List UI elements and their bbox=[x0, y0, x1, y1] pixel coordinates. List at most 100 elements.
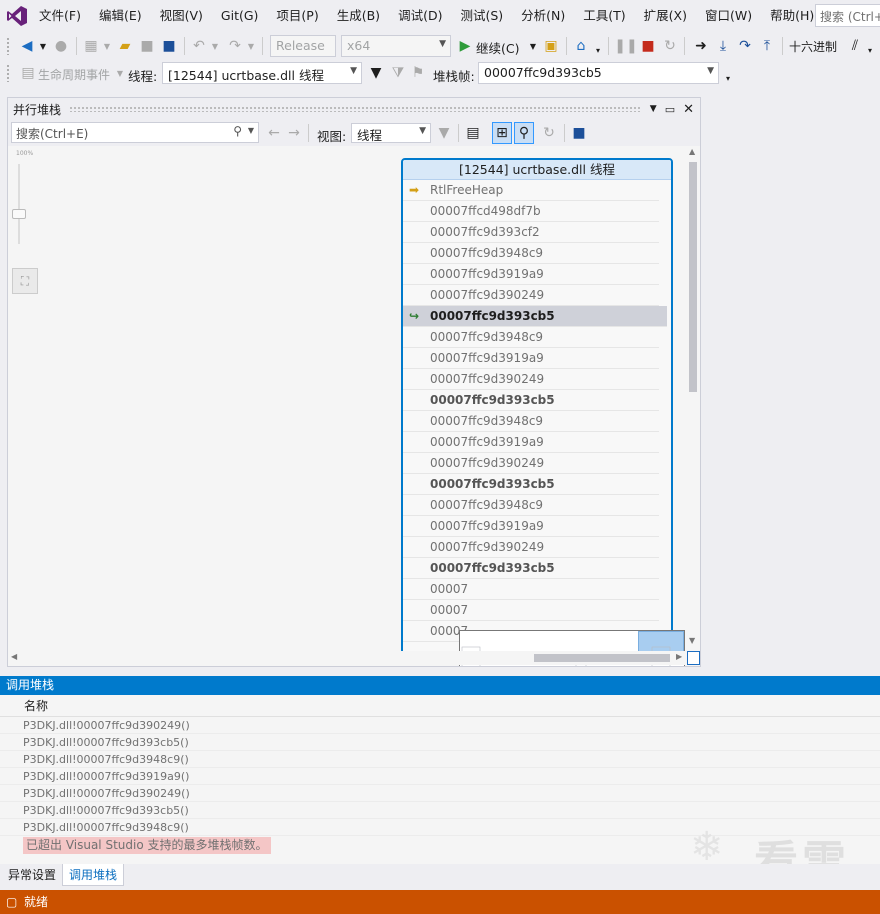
scroll-up-icon[interactable]: ▲ bbox=[689, 147, 695, 156]
pause-icon[interactable]: ❚❚ bbox=[614, 36, 637, 56]
scroll-down-icon[interactable]: ▼ bbox=[689, 636, 695, 645]
browser-link-icon[interactable]: ⌂ bbox=[572, 36, 590, 56]
menu-item[interactable]: 项目(P) bbox=[267, 0, 327, 32]
window-menu-icon[interactable]: ▼ bbox=[650, 104, 657, 114]
titlebar-grip[interactable] bbox=[69, 106, 642, 112]
attach-process-icon[interactable]: ▣ bbox=[542, 36, 560, 56]
new-dropdown-icon[interactable]: ▼ bbox=[102, 36, 112, 56]
flag-icon[interactable]: ⚑ bbox=[410, 63, 426, 83]
fit-to-window-icon[interactable]: ⛶ bbox=[12, 268, 38, 294]
toolbar-grip[interactable] bbox=[6, 64, 10, 82]
continue-play-icon[interactable]: ▶ bbox=[458, 36, 472, 56]
toolbar-overflow-icon[interactable]: ▾ bbox=[594, 40, 602, 60]
horizontal-scroll-thumb[interactable] bbox=[534, 654, 670, 662]
step-into-icon[interactable]: ⤓ bbox=[714, 36, 732, 56]
continue-button[interactable]: 继续(C) bbox=[476, 38, 519, 57]
call-stack-row[interactable]: P3DKJ.dll!00007ffc9d390249() bbox=[0, 717, 880, 734]
stack-frame[interactable]: 00007ffc9d3948c9 bbox=[403, 411, 659, 432]
scroll-right-icon[interactable]: ▶ bbox=[676, 652, 682, 661]
configuration-select[interactable]: Release bbox=[270, 35, 336, 57]
tab-call-stack[interactable]: 调用堆栈 bbox=[62, 864, 125, 886]
stack-frame[interactable]: 00007ffc9d390249 bbox=[403, 537, 659, 558]
thread-markers-icon[interactable]: ⫽ bbox=[846, 36, 864, 56]
menu-item[interactable]: Git(G) bbox=[212, 0, 268, 32]
stack-frame[interactable]: 00007ffc9d390249 bbox=[403, 285, 659, 306]
zoom-slider-thumb[interactable] bbox=[12, 209, 26, 219]
step-over-icon[interactable]: ↷ bbox=[736, 36, 754, 56]
stack-frame-select[interactable]: 00007ffc9d393cb5 ▼ bbox=[478, 62, 719, 84]
back-icon[interactable]: ◀ bbox=[18, 36, 36, 56]
thread-select[interactable]: [12544] ucrtbase.dll 线程 ▼ bbox=[162, 62, 362, 84]
stack-frame[interactable]: 00007ffc9d393cb5 bbox=[403, 474, 659, 495]
save-icon[interactable]: ■ bbox=[138, 36, 156, 56]
stack-frame[interactable]: 00007 bbox=[403, 579, 659, 600]
undo-icon[interactable]: ↶ bbox=[190, 36, 208, 56]
redo-icon[interactable]: ↷ bbox=[226, 36, 244, 56]
search-next-icon[interactable]: → bbox=[286, 123, 302, 143]
stack-frame[interactable]: 00007ffc9d3919a9 bbox=[403, 516, 659, 537]
menu-item[interactable]: 工具(T) bbox=[574, 0, 634, 32]
new-project-icon[interactable]: ▦ bbox=[82, 36, 100, 56]
stack-frame[interactable]: 00007ffcd498df7b bbox=[403, 201, 659, 222]
search-options-icon[interactable]: ▼ bbox=[248, 126, 254, 135]
menu-item[interactable]: 帮助(H) bbox=[761, 0, 823, 32]
menu-item[interactable]: 分析(N) bbox=[512, 0, 574, 32]
stack-frame[interactable]: 00007ffc9d390249 bbox=[403, 453, 659, 474]
stop-icon[interactable]: ■ bbox=[640, 36, 656, 56]
menu-item[interactable]: 编辑(E) bbox=[90, 0, 151, 32]
call-stack-row[interactable]: P3DKJ.dll!00007ffc9d393cb5() bbox=[0, 734, 880, 751]
stack-frame[interactable]: 00007ffc9d3948c9 bbox=[403, 327, 659, 348]
menu-item[interactable]: 生成(B) bbox=[328, 0, 389, 32]
menu-item[interactable]: 测试(S) bbox=[451, 0, 512, 32]
thread-stack-node[interactable]: [12544] ucrtbase.dll 线程 ➡ RtlFreeHeap 0000… bbox=[401, 158, 673, 658]
lifecycle-events-icon[interactable]: ▤ bbox=[20, 63, 36, 83]
stack-frame[interactable]: 00007ffc9d3919a9 bbox=[403, 432, 659, 453]
auto-scroll-icon[interactable]: ⚲ bbox=[514, 122, 534, 144]
call-stack-row[interactable]: P3DKJ.dll!00007ffc9d3948c9() bbox=[0, 751, 880, 768]
menu-item[interactable]: 窗口(W) bbox=[696, 0, 761, 32]
lifecycle-events-button[interactable]: 生命周期事件 bbox=[38, 66, 110, 83]
stack-frame[interactable]: 00007ffc9d390249 bbox=[403, 369, 659, 390]
step-out-icon[interactable]: ⤒ bbox=[758, 36, 776, 56]
menu-item[interactable]: 调试(D) bbox=[389, 0, 451, 32]
call-stack-row[interactable]: P3DKJ.dll!00007ffc9d393cb5() bbox=[0, 802, 880, 819]
menu-item[interactable]: 文件(F) bbox=[30, 0, 90, 32]
toggle-zoom-icon[interactable]: ↻ bbox=[540, 123, 558, 143]
restart-icon[interactable]: ↻ bbox=[662, 36, 678, 56]
parallel-stacks-search-input[interactable]: 搜索(Ctrl+E) ⚲ ▼ bbox=[11, 122, 259, 143]
call-stack-row[interactable]: P3DKJ.dll!00007ffc9d390249() bbox=[0, 785, 880, 802]
stack-frame[interactable]: 00007 bbox=[403, 600, 659, 621]
save-image-icon[interactable]: ■ bbox=[570, 123, 588, 143]
menu-item[interactable]: 扩展(X) bbox=[635, 0, 696, 32]
undo-dropdown-icon[interactable]: ▼ bbox=[210, 36, 220, 56]
back-dropdown-icon[interactable]: ▼ bbox=[38, 36, 48, 56]
call-stack-column-header[interactable]: 名称 bbox=[0, 695, 880, 717]
stack-frame[interactable]: 00007ffc9d393cb5 bbox=[403, 558, 659, 579]
search-previous-icon[interactable]: ← bbox=[266, 123, 282, 143]
stack-frame[interactable]: 00007ffc9d393cf2 bbox=[403, 222, 659, 243]
forward-icon[interactable]: ● bbox=[52, 36, 70, 56]
stack-frame[interactable]: ➡ RtlFreeHeap bbox=[403, 180, 659, 201]
vertical-scroll-thumb[interactable] bbox=[689, 162, 697, 392]
redo-dropdown-icon[interactable]: ▼ bbox=[246, 36, 256, 56]
show-only-flagged-icon[interactable]: ⊞ bbox=[492, 122, 512, 144]
stack-frame[interactable]: 00007ffc9d393cb5 bbox=[403, 390, 659, 411]
view-select[interactable]: 线程 ▼ bbox=[351, 123, 431, 143]
toolbar-overflow-icon[interactable]: ▾ bbox=[724, 68, 732, 88]
visual-studio-logo-icon[interactable] bbox=[6, 5, 28, 27]
zoom-slider[interactable] bbox=[18, 164, 20, 244]
filter-icon[interactable]: ▼ bbox=[368, 63, 384, 83]
stack-frame[interactable]: 00007ffc9d3948c9 bbox=[403, 243, 659, 264]
vertical-scrollbar[interactable]: ▲ ▼ bbox=[687, 146, 699, 651]
call-stack-row[interactable]: P3DKJ.dll!00007ffc9d3919a9() bbox=[0, 768, 880, 785]
scroll-left-icon[interactable]: ◀ bbox=[11, 652, 17, 661]
stack-frame[interactable]: 00007ffc9d3919a9 bbox=[403, 264, 659, 285]
toolbar-overflow-icon[interactable]: ▾ bbox=[866, 40, 874, 60]
continue-dropdown-icon[interactable]: ▼ bbox=[528, 36, 538, 56]
maximize-icon[interactable]: ▭ bbox=[665, 103, 675, 116]
minimap-toggle-icon[interactable] bbox=[687, 651, 700, 665]
close-icon[interactable]: ✕ bbox=[683, 102, 694, 117]
save-all-icon[interactable]: ■ bbox=[160, 36, 178, 56]
lifecycle-dropdown-icon[interactable]: ▼ bbox=[115, 63, 125, 83]
filter-icon[interactable]: ▼ bbox=[436, 123, 452, 143]
